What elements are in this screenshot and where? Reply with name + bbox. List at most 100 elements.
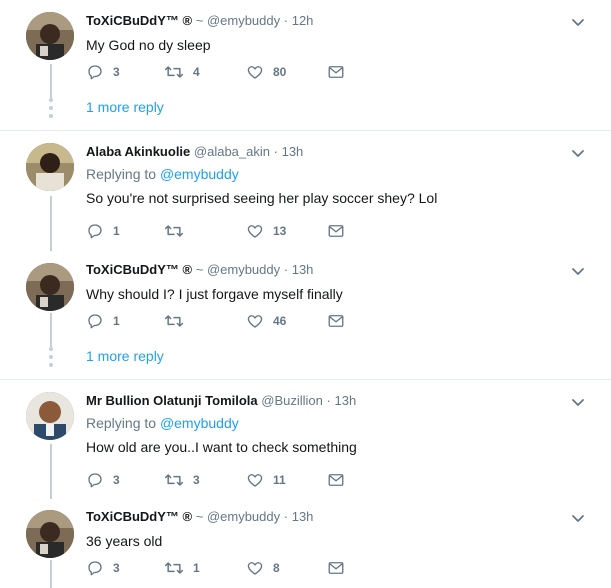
- timestamp[interactable]: 13h: [292, 509, 314, 524]
- replying-to-handle[interactable]: @emybuddy: [160, 415, 239, 431]
- reply-icon: [88, 224, 102, 239]
- retweet-button[interactable]: 4: [164, 62, 200, 82]
- tweet-header: ToXiCBuDdY™ ® ~ @emybuddy · 13h: [86, 261, 571, 279]
- reply-button[interactable]: 3: [86, 558, 120, 578]
- more-reply-link[interactable]: 1 more reply: [86, 347, 164, 365]
- like-button[interactable]: 46: [246, 311, 286, 331]
- tweet-text: How old are you..I want to check somethi…: [86, 439, 357, 455]
- avatar[interactable]: [26, 143, 74, 191]
- display-name[interactable]: ToXiCBuDdY™ ®: [86, 13, 192, 28]
- tweet-header: ToXiCBuDdY™ ® ~ @emybuddy · 13h: [86, 508, 571, 526]
- heart-icon: [247, 66, 263, 79]
- tweet-text: So you're not surprised seeing her play …: [86, 190, 438, 206]
- retweet-icon: [164, 66, 184, 78]
- user-handle[interactable]: ~ @emybuddy: [196, 262, 280, 277]
- avatar[interactable]: [26, 510, 74, 558]
- reply-icon: [88, 314, 102, 329]
- reply-count: 1: [113, 314, 120, 328]
- reply-count: 3: [113, 473, 120, 487]
- dot-separator: ·: [273, 144, 278, 159]
- dot-separator: ·: [283, 509, 289, 524]
- heart-icon: [247, 474, 263, 487]
- envelope-icon: [328, 562, 344, 574]
- retweet-icon: [164, 225, 184, 237]
- heart-icon: [247, 315, 263, 328]
- chevron-down-icon[interactable]: [570, 145, 586, 161]
- dot-separator: ·: [283, 262, 289, 277]
- display-name[interactable]: Mr Bullion Olatunji Tomilola: [86, 393, 258, 408]
- reply-button[interactable]: 3: [86, 62, 120, 82]
- like-count: 11: [273, 473, 286, 487]
- like-button[interactable]: 11: [246, 470, 286, 490]
- envelope-icon: [328, 474, 344, 486]
- heart-icon: [247, 225, 263, 238]
- reply-button[interactable]: 1: [86, 221, 120, 241]
- replying-to-handle[interactable]: @emybuddy: [160, 166, 239, 182]
- reply-button[interactable]: 3: [86, 470, 120, 490]
- tweet-text: My God no dy sleep: [86, 37, 211, 53]
- more-reply-link[interactable]: 1 more reply: [86, 98, 164, 116]
- reply-icon: [88, 561, 102, 576]
- tweet-header: ToXiCBuDdY™ ® ~ @emybuddy · 12h: [86, 12, 571, 30]
- like-count: 46: [273, 314, 287, 328]
- tweet[interactable]: ToXiCBuDdY™ ® ~ @emybuddy · 13h 36 years…: [0, 500, 611, 588]
- tweet[interactable]: Alaba Akinkuolie @alaba_akin · 13h Reply…: [0, 131, 611, 251]
- chevron-down-icon[interactable]: [570, 510, 586, 526]
- avatar[interactable]: [26, 392, 74, 440]
- display-name[interactable]: ToXiCBuDdY™ ®: [86, 262, 192, 277]
- avatar[interactable]: [26, 263, 74, 311]
- reply-icon: [88, 65, 102, 80]
- retweet-button[interactable]: 3: [164, 470, 200, 490]
- dm-button[interactable]: [327, 221, 345, 241]
- retweet-icon: [164, 474, 184, 486]
- timestamp[interactable]: 13h: [282, 144, 304, 159]
- like-button[interactable]: 13: [246, 221, 286, 241]
- thread-dots: [49, 347, 53, 371]
- replying-to: Replying to @emybuddy: [86, 414, 571, 432]
- user-handle[interactable]: @alaba_akin: [194, 144, 270, 159]
- retweet-button[interactable]: 1: [164, 558, 200, 578]
- retweet-count: 1: [193, 561, 200, 575]
- like-button[interactable]: 8: [246, 558, 280, 578]
- like-count: 8: [273, 561, 280, 575]
- dm-button[interactable]: [327, 62, 345, 82]
- timestamp[interactable]: 13h: [292, 262, 314, 277]
- reply-count: 1: [113, 224, 120, 238]
- timestamp[interactable]: 12h: [292, 13, 314, 28]
- retweet-button[interactable]: [164, 221, 193, 241]
- user-handle[interactable]: ~ @emybuddy: [196, 13, 280, 28]
- user-handle[interactable]: @Buzillion: [261, 393, 323, 408]
- envelope-icon: [328, 225, 344, 237]
- avatar[interactable]: [26, 12, 74, 60]
- chevron-down-icon[interactable]: [570, 14, 586, 30]
- tweet[interactable]: ToXiCBuDdY™ ® ~ @emybuddy · 12h My God n…: [0, 0, 611, 130]
- user-handle[interactable]: ~ @emybuddy: [196, 509, 280, 524]
- tweet[interactable]: Mr Bullion Olatunji Tomilola @Buzillion …: [0, 380, 611, 500]
- like-count: 80: [273, 65, 287, 79]
- like-count: 13: [273, 224, 287, 238]
- like-button[interactable]: 80: [246, 62, 286, 82]
- retweet-button[interactable]: [164, 311, 193, 331]
- heart-icon: [247, 562, 263, 575]
- retweet-icon: [164, 315, 184, 327]
- dm-button[interactable]: [327, 311, 345, 331]
- reply-icon: [88, 473, 102, 488]
- reply-button[interactable]: 1: [86, 311, 120, 331]
- timestamp[interactable]: 13h: [334, 393, 356, 408]
- dm-button[interactable]: [327, 470, 345, 490]
- envelope-icon: [328, 66, 344, 78]
- display-name[interactable]: Alaba Akinkuolie: [86, 144, 190, 159]
- thread-dots: [49, 98, 53, 122]
- dot-separator: ·: [283, 13, 289, 28]
- dm-button[interactable]: [327, 558, 345, 578]
- replying-to-label: Replying to: [86, 415, 157, 431]
- retweet-count: 3: [193, 473, 200, 487]
- chevron-down-icon[interactable]: [570, 263, 586, 279]
- dot-separator: ·: [326, 393, 331, 408]
- chevron-down-icon[interactable]: [570, 394, 586, 410]
- tweet[interactable]: ToXiCBuDdY™ ® ~ @emybuddy · 13h Why shou…: [0, 251, 611, 379]
- retweet-count: 4: [193, 65, 200, 79]
- reply-count: 3: [113, 561, 120, 575]
- replying-to: Replying to @emybuddy: [86, 165, 571, 183]
- display-name[interactable]: ToXiCBuDdY™ ®: [86, 509, 192, 524]
